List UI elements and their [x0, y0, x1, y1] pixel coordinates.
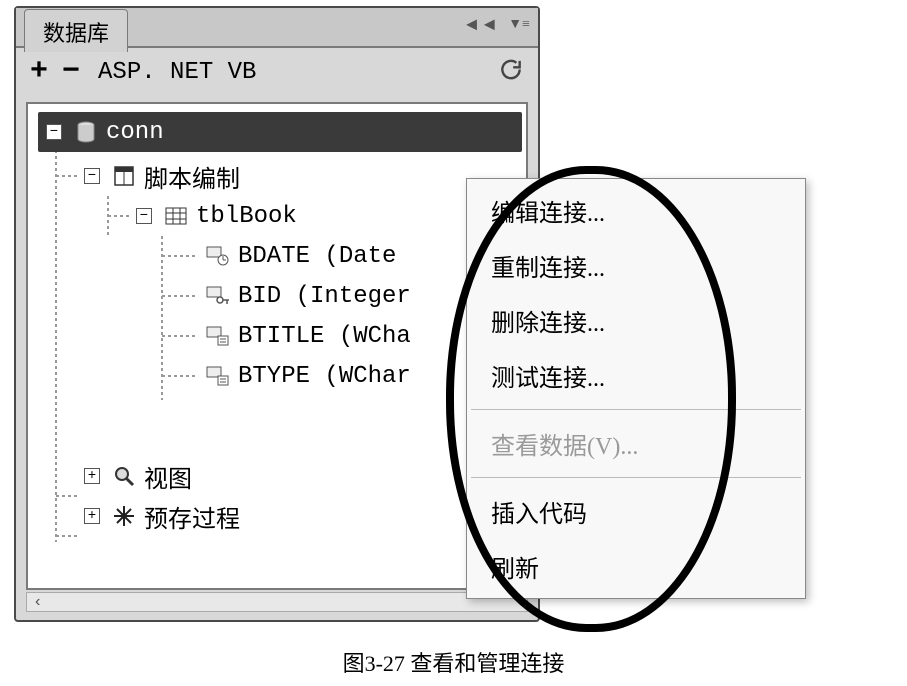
- expander-minus-icon[interactable]: −: [46, 124, 62, 140]
- tree-node-procs[interactable]: + 预存过程: [34, 496, 526, 536]
- menu-insert-code[interactable]: 插入代码: [467, 484, 805, 539]
- context-menu: 编辑连接... 重制连接... 删除连接... 测试连接... 查看数据(V).…: [466, 178, 806, 599]
- views-label: 视图: [144, 459, 192, 494]
- dropdown-icon[interactable]: ▼≡: [508, 17, 530, 33]
- expander-minus-icon[interactable]: −: [84, 168, 100, 184]
- panel-title-tab[interactable]: 数据库: [24, 9, 128, 52]
- col-bdate-label: BDATE (Date: [238, 243, 396, 270]
- views-icon: [110, 462, 138, 490]
- refresh-icon[interactable]: [498, 57, 524, 88]
- remove-button[interactable]: −: [62, 55, 80, 89]
- column-key-icon: [204, 282, 232, 310]
- column-text-icon: [204, 362, 232, 390]
- context-menu-container: 编辑连接... 重制连接... 删除连接... 测试连接... 查看数据(V).…: [466, 178, 806, 599]
- procs-icon: [110, 502, 138, 530]
- tree-node-table[interactable]: − tblBook: [34, 196, 526, 236]
- tree-node-col-bdate[interactable]: BDATE (Date: [34, 236, 526, 276]
- scroll-left-icon[interactable]: ‹: [33, 593, 43, 611]
- tree-node-col-btitle[interactable]: BTITLE (WCha: [34, 316, 526, 356]
- col-bid-label: BID (Integer: [238, 283, 411, 310]
- menu-refresh[interactable]: 刷新: [467, 539, 805, 594]
- expander-plus-icon[interactable]: +: [84, 468, 100, 484]
- tree-node-views[interactable]: + 视图: [34, 456, 526, 496]
- technology-label: ASP. NET VB: [98, 59, 256, 86]
- col-btype-label: BTYPE (WChar: [238, 363, 411, 390]
- procs-label: 预存过程: [144, 499, 240, 534]
- table-icon: [162, 202, 190, 230]
- conn-label: conn: [106, 119, 164, 146]
- collapse-icon[interactable]: ◄◄: [463, 14, 499, 35]
- menu-separator: [471, 409, 801, 410]
- menu-separator: [471, 477, 801, 478]
- tree-node-conn[interactable]: − conn: [38, 112, 522, 152]
- database-panel: 数据库 ◄◄ ▼≡ + − ASP. NET VB: [14, 6, 540, 622]
- database-icon: [72, 118, 100, 146]
- tree-node-col-btype[interactable]: BTYPE (WChar: [34, 356, 526, 396]
- add-button[interactable]: +: [30, 55, 48, 89]
- column-text-icon: [204, 322, 232, 350]
- expander-plus-icon[interactable]: +: [84, 508, 100, 524]
- script-label: 脚本编制: [144, 159, 240, 194]
- menu-delete-connection[interactable]: 删除连接...: [467, 293, 805, 348]
- menu-edit-connection[interactable]: 编辑连接...: [467, 183, 805, 238]
- tree-view[interactable]: − conn − 脚本编制 − tblBook BDATE (Date: [26, 102, 528, 590]
- panel-titlebar: 数据库 ◄◄ ▼≡: [16, 8, 538, 48]
- menu-view-data: 查看数据(V)...: [467, 416, 805, 471]
- tree-node-script[interactable]: − 脚本编制: [34, 156, 526, 196]
- tree-node-col-bid[interactable]: BID (Integer: [34, 276, 526, 316]
- column-date-icon: [204, 242, 232, 270]
- expander-minus-icon[interactable]: −: [136, 208, 152, 224]
- menu-recreate-connection[interactable]: 重制连接...: [467, 238, 805, 293]
- figure-caption: 图3-27 查看和管理连接: [0, 646, 907, 678]
- script-icon: [110, 162, 138, 190]
- table-label: tblBook: [196, 203, 297, 230]
- col-btitle-label: BTITLE (WCha: [238, 323, 411, 350]
- panel-title: 数据库: [43, 21, 109, 46]
- panel-toolbar: + − ASP. NET VB: [16, 48, 538, 96]
- horizontal-scrollbar[interactable]: ‹: [26, 592, 528, 612]
- menu-test-connection[interactable]: 测试连接...: [467, 348, 805, 403]
